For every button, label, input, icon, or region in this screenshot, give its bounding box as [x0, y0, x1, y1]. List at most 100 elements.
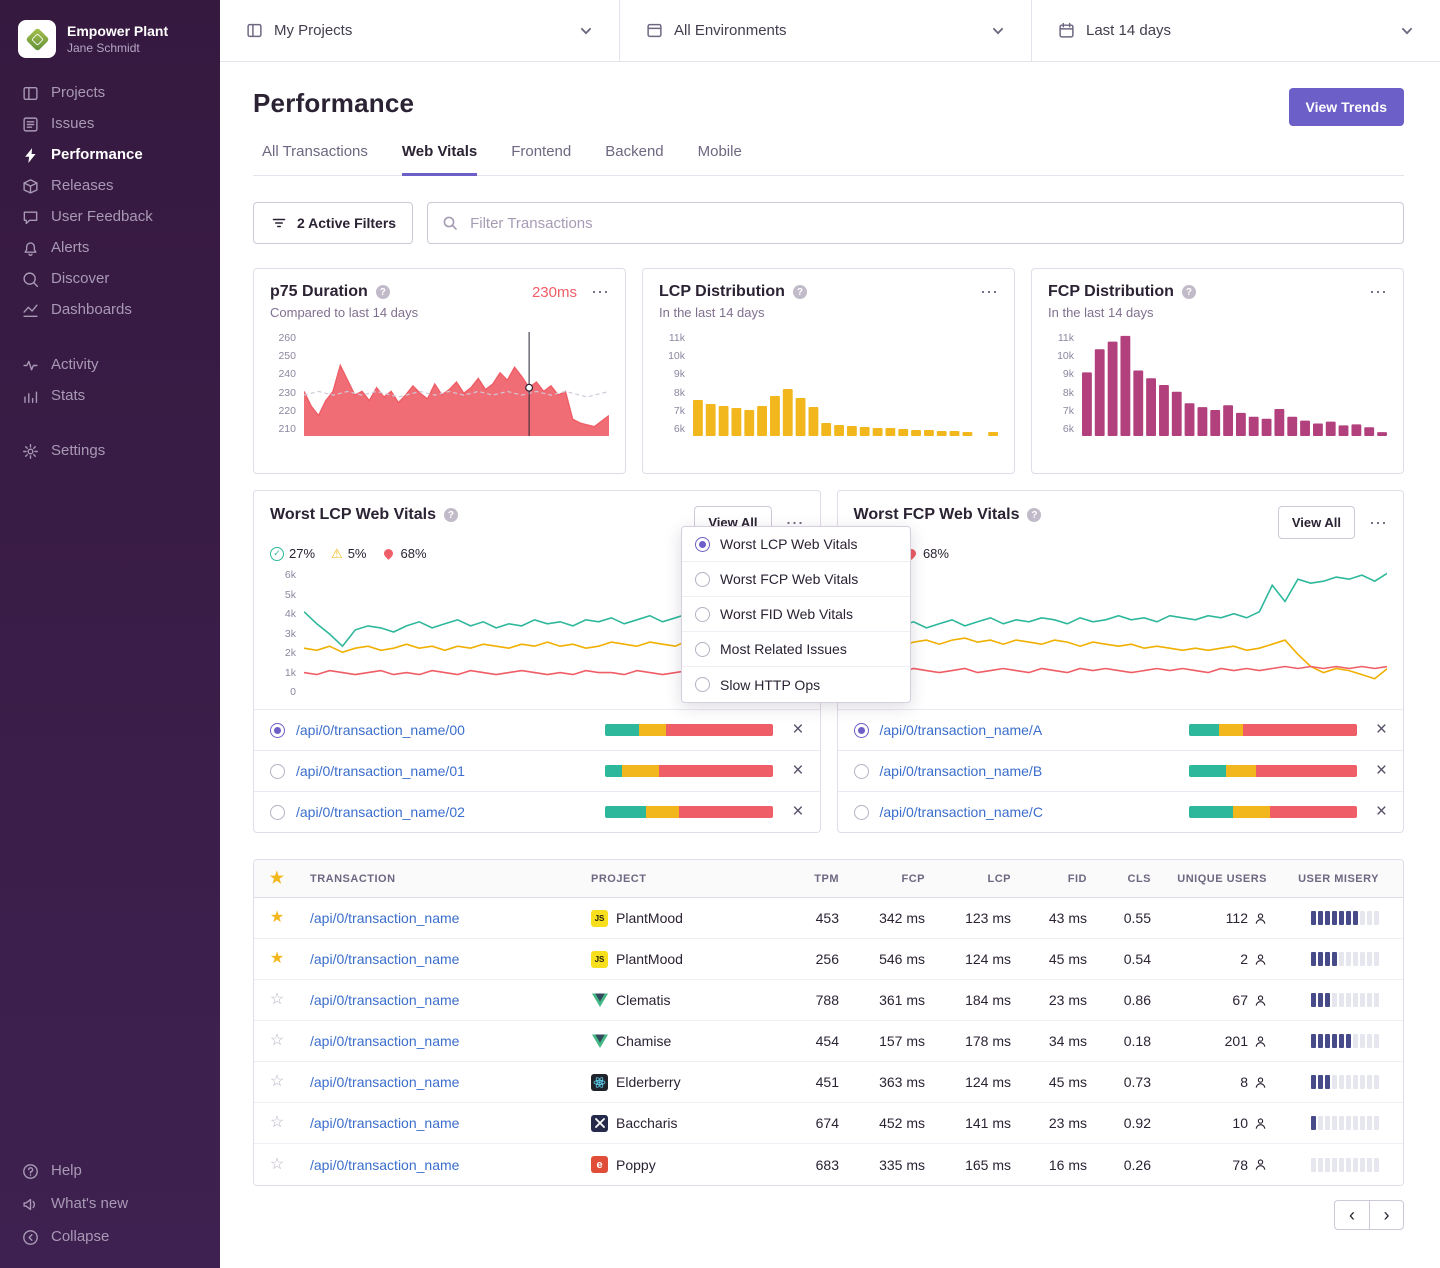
tab-backend[interactable]: Backend [605, 143, 663, 176]
question-icon[interactable]: ? [444, 508, 458, 522]
sidebar-item-label: Dashboards [51, 302, 132, 319]
transaction-link[interactable]: /api/0/transaction_name/A [880, 722, 1043, 738]
tab-web-vitals[interactable]: Web Vitals [402, 143, 477, 176]
badge-value: 68% [923, 546, 949, 561]
help-icon [22, 1163, 39, 1180]
star-toggle[interactable]: ☆ [254, 1074, 300, 1090]
transaction-link[interactable]: /api/0/transaction_name/B [880, 763, 1043, 779]
transaction-link[interactable]: /api/0/transaction_name/02 [296, 804, 465, 820]
radio-button[interactable] [854, 723, 869, 738]
next-page-button[interactable]: › [1369, 1200, 1404, 1230]
dropdown-option-slow-http-ops[interactable]: Slow HTTP Ops [682, 667, 910, 702]
close-icon[interactable]: × [792, 804, 803, 819]
transaction-link[interactable]: /api/0/transaction_name/C [880, 804, 1043, 820]
sidebar-item-collapse[interactable]: Collapse [0, 1221, 220, 1254]
close-icon[interactable]: × [792, 722, 803, 737]
tab-frontend[interactable]: Frontend [511, 143, 571, 176]
column-header-lcp[interactable]: LCP [935, 873, 1021, 885]
tab-all-transactions[interactable]: All Transactions [262, 143, 368, 176]
column-header-fid[interactable]: FID [1021, 873, 1097, 885]
radio-button[interactable] [854, 805, 869, 820]
star-toggle[interactable]: ☆ [254, 1157, 300, 1173]
transaction-link[interactable]: /api/0/transaction_name [310, 951, 459, 967]
dropdown-option-worst-lcp-web-vitals[interactable]: Worst LCP Web Vitals [682, 527, 910, 562]
search-input[interactable] [428, 215, 1403, 232]
close-icon[interactable]: × [1376, 763, 1387, 778]
transaction-link[interactable]: /api/0/transaction_name [310, 1157, 459, 1173]
sidebar-item-projects[interactable]: Projects [0, 78, 220, 109]
sidebar-item-user-feedback[interactable]: User Feedback [0, 202, 220, 233]
sidebar-item-dashboards[interactable]: Dashboards [0, 295, 220, 326]
star-toggle[interactable]: ☆ [254, 1033, 300, 1049]
star-toggle[interactable]: ☆ [254, 1115, 300, 1131]
ellipsis-menu-icon[interactable]: ⋯ [980, 283, 998, 301]
tab-mobile[interactable]: Mobile [698, 143, 742, 176]
org-switcher[interactable]: Empower Plant Jane Schmidt [0, 14, 220, 78]
dropdown-option-worst-fcp-web-vitals[interactable]: Worst FCP Web Vitals [682, 562, 910, 597]
question-icon[interactable]: ? [793, 285, 807, 299]
sidebar-item-what-s-new[interactable]: What's new [0, 1188, 220, 1221]
ellipsis-menu-icon[interactable]: ⋯ [1369, 283, 1387, 301]
sidebar-item-performance[interactable]: Performance [0, 140, 220, 171]
tpm-value: 451 [779, 1074, 849, 1090]
star-toggle[interactable]: ★ [254, 951, 300, 967]
axis-tick: 0 [270, 686, 296, 698]
star-toggle[interactable]: ☆ [254, 992, 300, 1008]
question-icon[interactable]: ? [1182, 285, 1196, 299]
dropdown-option-worst-fid-web-vitals[interactable]: Worst FID Web Vitals [682, 597, 910, 632]
column-header-user-misery[interactable]: USER MISERY [1277, 873, 1403, 885]
filter-row: 2 Active Filters [253, 202, 1404, 244]
sidebar-item-releases[interactable]: Releases [0, 171, 220, 202]
ellipsis-menu-icon[interactable]: ⋯ [1369, 514, 1387, 532]
column-header-unique-users[interactable]: UNIQUE USERS [1161, 873, 1277, 885]
project-name: Elderberry [616, 1074, 681, 1090]
sidebar-nav-settings: Settings [0, 436, 220, 467]
view-all-button[interactable]: View All [1278, 506, 1355, 539]
unique-users-value: 8 [1161, 1074, 1277, 1090]
star-column-header[interactable]: ★ [254, 871, 300, 887]
transaction-link[interactable]: /api/0/transaction_name/01 [296, 763, 465, 779]
app: Empower Plant Jane Schmidt ProjectsIssue… [0, 0, 1440, 1268]
column-header-project[interactable]: PROJECT [581, 873, 779, 885]
transaction-link[interactable]: /api/0/transaction_name/00 [296, 722, 465, 738]
column-header-transaction[interactable]: TRANSACTION [300, 873, 581, 885]
radio-button[interactable] [270, 764, 285, 779]
previous-page-button[interactable]: ‹ [1334, 1200, 1369, 1230]
column-header-fcp[interactable]: FCP [849, 873, 935, 885]
transaction-link[interactable]: /api/0/transaction_name [310, 1074, 459, 1090]
column-header-tpm[interactable]: TPM [779, 873, 849, 885]
radio-button[interactable] [270, 723, 285, 738]
environment-filter-dropdown[interactable]: All Environments [620, 0, 1032, 61]
dropdown-option-label: Worst FID Web Vitals [720, 606, 853, 622]
close-icon[interactable]: × [1376, 804, 1387, 819]
sidebar-item-issues[interactable]: Issues [0, 109, 220, 140]
sidebar-item-activity[interactable]: Activity [0, 350, 220, 381]
ellipsis-menu-icon[interactable]: ⋯ [591, 283, 609, 301]
star-toggle[interactable]: ★ [254, 910, 300, 926]
project-filter-dropdown[interactable]: My Projects [220, 0, 620, 61]
active-filters-button[interactable]: 2 Active Filters [253, 202, 413, 244]
transaction-link[interactable]: /api/0/transaction_name [310, 910, 459, 926]
question-icon[interactable]: ? [376, 285, 390, 299]
user-icon [1254, 994, 1267, 1007]
cls-value: 0.26 [1097, 1157, 1161, 1173]
sidebar-item-help[interactable]: Help [0, 1155, 220, 1188]
radio-button[interactable] [854, 764, 869, 779]
column-header-cls[interactable]: CLS [1097, 873, 1161, 885]
question-icon[interactable]: ? [1027, 508, 1041, 522]
close-icon[interactable]: × [792, 763, 803, 778]
view-trends-button[interactable]: View Trends [1289, 88, 1404, 126]
transaction-link[interactable]: /api/0/transaction_name [310, 1115, 459, 1131]
close-icon[interactable]: × [1376, 722, 1387, 737]
megaphone-icon [22, 1196, 39, 1213]
worst-vitals-row: Worst LCP Web Vitals ? View All ⋯ ✓27%⚠5… [253, 490, 1404, 833]
radio-button[interactable] [270, 805, 285, 820]
transaction-link[interactable]: /api/0/transaction_name [310, 1033, 459, 1049]
date-range-dropdown[interactable]: Last 14 days [1032, 0, 1440, 61]
sidebar-item-stats[interactable]: Stats [0, 381, 220, 412]
sidebar-item-discover[interactable]: Discover [0, 264, 220, 295]
sidebar-item-alerts[interactable]: Alerts [0, 233, 220, 264]
dropdown-option-most-related-issues[interactable]: Most Related Issues [682, 632, 910, 667]
transaction-link[interactable]: /api/0/transaction_name [310, 992, 459, 1008]
sidebar-item-settings[interactable]: Settings [0, 436, 220, 467]
